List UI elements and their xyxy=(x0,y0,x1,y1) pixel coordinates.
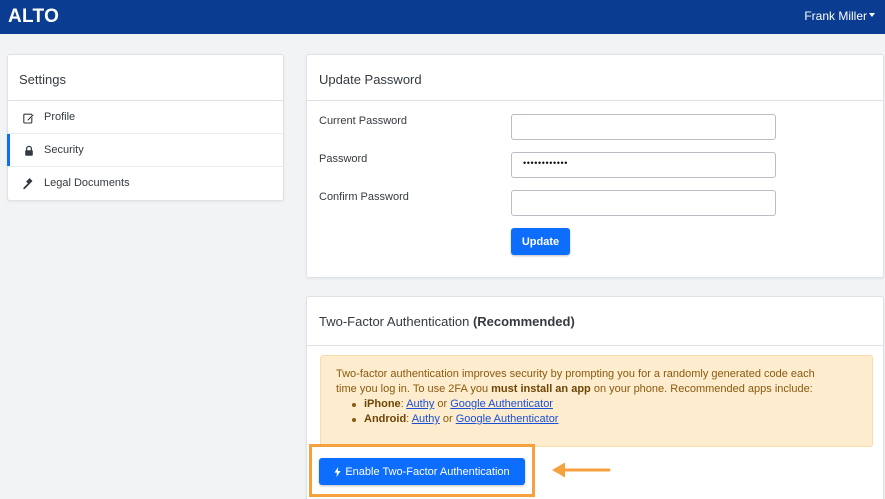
edit-icon xyxy=(23,113,35,124)
two-factor-title-text: Two-Factor Authentication xyxy=(319,314,470,329)
caret-down-icon xyxy=(869,12,875,17)
sidebar-item-security[interactable]: Security xyxy=(7,134,283,167)
sidebar-item-profile[interactable]: Profile xyxy=(8,101,283,134)
authy-link-android[interactable]: Authy xyxy=(412,413,440,425)
enable-two-factor-button[interactable]: Enable Two-Factor Authentication xyxy=(319,458,525,485)
sidebar-item-label: Profile xyxy=(44,111,76,123)
update-password-card: Update Password Current Password Passwor… xyxy=(306,54,884,278)
authy-link-iphone[interactable]: Authy xyxy=(406,398,434,410)
update-password-title: Update Password xyxy=(307,55,883,101)
sidebar-item-legal-documents[interactable]: Legal Documents xyxy=(8,167,283,200)
google-authenticator-link-android[interactable]: Google Authenticator xyxy=(456,413,559,425)
password-label: Password xyxy=(319,153,368,165)
enable-two-factor-label: Enable Two-Factor Authentication xyxy=(345,465,510,478)
sidebar-item-label: Security xyxy=(44,144,84,156)
info-line-2: time you log in. To use 2FA you must ins… xyxy=(336,383,813,395)
password-value: •••••••••••• xyxy=(523,158,569,168)
current-password-input[interactable] xyxy=(511,114,776,140)
confirm-password-label: Confirm Password xyxy=(319,191,409,203)
password-input[interactable]: •••••••••••• xyxy=(511,152,776,178)
list-item: iPhone: Authy or Google Authenticator xyxy=(351,397,872,412)
confirm-password-input[interactable] xyxy=(511,190,776,216)
two-factor-info-alert: Two-factor authentication improves secur… xyxy=(320,355,873,447)
info-line-1: Two-factor authentication improves secur… xyxy=(336,368,815,380)
user-menu[interactable]: Frank Miller xyxy=(804,9,875,23)
bolt-icon xyxy=(334,466,341,477)
two-factor-recommended: (Recommended) xyxy=(472,314,575,329)
platform-name: Android xyxy=(364,413,407,425)
must-install-app: must install an app xyxy=(491,383,591,395)
sidebar-item-label: Legal Documents xyxy=(44,177,130,189)
brand-logo[interactable]: ALTO xyxy=(8,6,59,28)
two-factor-title: Two-Factor Authentication (Recommended) xyxy=(307,297,883,346)
user-name: Frank Miller xyxy=(804,9,867,23)
platform-list: iPhone: Authy or Google Authenticator An… xyxy=(351,397,872,427)
gavel-icon xyxy=(23,178,33,190)
current-password-label: Current Password xyxy=(319,115,408,127)
update-button[interactable]: Update xyxy=(511,228,570,255)
lock-icon xyxy=(25,145,33,156)
top-navbar: ALTO Frank Miller xyxy=(0,0,885,34)
settings-sidebar: Settings Profile Security Legal Document… xyxy=(7,54,284,201)
sidebar-title: Settings xyxy=(8,55,283,101)
google-authenticator-link-iphone[interactable]: Google Authenticator xyxy=(450,398,553,410)
platform-name: iPhone xyxy=(364,398,401,410)
list-item: Android: Authy or Google Authenticator xyxy=(351,412,872,427)
arrow-left-icon xyxy=(552,462,611,478)
